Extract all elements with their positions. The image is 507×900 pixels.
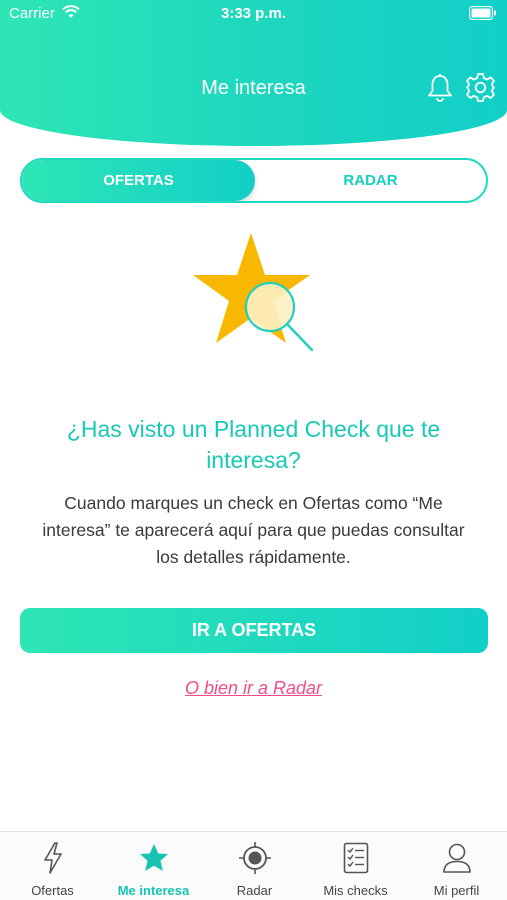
battery-icon <box>469 6 496 20</box>
go-to-ofertas-button[interactable]: IR A OFERTAS <box>20 608 488 653</box>
bell-icon[interactable] <box>426 73 454 103</box>
empty-state-title: ¿Has visto un Planned Check que te inter… <box>66 416 441 473</box>
tabbar-item-radar[interactable]: Radar <box>204 832 305 900</box>
tabbar-label: Radar <box>236 883 273 898</box>
gear-icon[interactable] <box>465 72 496 103</box>
radar-icon <box>238 842 271 874</box>
status-time: 3:33 p.m. <box>220 5 287 22</box>
go-to-radar-link[interactable]: O bien ir a Radar <box>0 678 507 699</box>
empty-state-description: Cuando marques un check en Ofertas como … <box>42 493 465 567</box>
tabbar-label: Ofertas <box>31 883 74 898</box>
star-icon <box>139 844 168 871</box>
app-header: Carrier 3:33 p.m. Me interesa <box>0 0 507 146</box>
bottom-tab-bar: Ofertas Me interesa Radar Mis checks Mi … <box>0 831 507 900</box>
tabbar-item-me-interesa[interactable]: Me interesa <box>103 832 204 900</box>
star-shape <box>193 233 310 343</box>
tab-ofertas[interactable]: OFERTAS <box>22 160 255 201</box>
lightning-icon <box>43 842 62 874</box>
tabbar-label: Me interesa <box>117 883 190 898</box>
tabbar-item-ofertas[interactable]: Ofertas <box>2 832 103 900</box>
tabbar-item-mi-perfil[interactable]: Mi perfil <box>406 832 507 900</box>
user-icon <box>442 843 471 873</box>
tabbar-label: Mi perfil <box>433 883 480 898</box>
tabbar-item-mis-checks[interactable]: Mis checks <box>305 832 406 900</box>
magnifier-handle <box>285 322 314 352</box>
tabbar-label: Mis checks <box>323 883 388 898</box>
star-magnifier-illustration <box>193 233 314 352</box>
checklist-icon <box>343 842 368 874</box>
status-bar: Carrier 3:33 p.m. <box>0 0 507 28</box>
tab-radar[interactable]: RADAR <box>255 160 486 201</box>
segmented-control: OFERTAS RADAR <box>20 158 488 203</box>
